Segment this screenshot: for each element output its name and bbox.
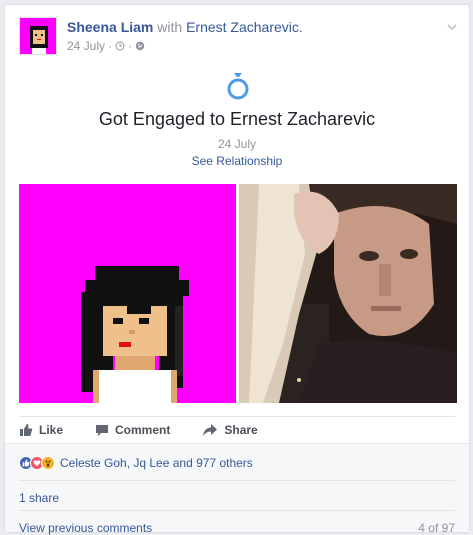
feedback-section: Celeste Goh, Jq Lee and 977 others 1 sha… — [5, 443, 469, 535]
pixel-art-photo[interactable] — [19, 184, 236, 403]
avatar[interactable] — [19, 17, 57, 55]
like-label: Like — [39, 422, 64, 437]
comment-label: Comment — [115, 422, 171, 437]
divider — [19, 510, 455, 511]
thumbs-up-icon — [20, 423, 33, 436]
share-label: Share — [224, 422, 258, 437]
share-button[interactable]: Share — [202, 422, 258, 437]
comment-button[interactable]: Comment — [95, 423, 170, 437]
post-meta: 24 July · · — [67, 39, 145, 53]
couple-photo[interactable] — [239, 184, 457, 403]
author-name[interactable]: Sheena Liam — [67, 19, 153, 35]
like-button[interactable]: Like — [19, 423, 63, 437]
life-event-title: Got Engaged to Ernest Zacharevic — [98, 109, 376, 129]
meta-separator: · — [108, 39, 113, 53]
globe-icon[interactable] — [135, 41, 145, 51]
shares-count[interactable]: 1 share — [19, 491, 59, 505]
tagged-name[interactable]: Ernest Zacharevic. — [186, 19, 303, 35]
post-date[interactable]: 24 July — [67, 39, 105, 53]
comment-icon — [96, 424, 109, 436]
reactions-summary[interactable]: Celeste Goh, Jq Lee and 977 others — [19, 456, 253, 470]
with-text: with — [157, 19, 183, 35]
divider — [19, 480, 455, 481]
pixel-portrait-thumbnail — [20, 18, 56, 54]
pixel-art-portrait — [19, 184, 236, 403]
post-header: Sheena Liam with Ernest Zacharevic. 24 J… — [19, 17, 459, 57]
clock-icon — [115, 41, 125, 51]
post-actions: Like Comment Share — [19, 416, 455, 442]
see-relationship-link[interactable]: See Relationship — [5, 154, 469, 168]
meta-separator-2: · — [128, 39, 133, 53]
engagement-ring-icon — [227, 73, 249, 100]
share-arrow-icon — [203, 423, 218, 436]
post-header-line: Sheena Liam with Ernest Zacharevic. — [67, 19, 303, 35]
wow-reaction-icon — [41, 456, 55, 470]
couple-photo-illustration — [239, 184, 457, 403]
reactions-names[interactable]: Celeste Goh, Jq Lee and 977 others — [60, 456, 253, 470]
life-event-date: 24 July — [217, 137, 257, 151]
chevron-down-icon[interactable] — [445, 21, 459, 35]
post-card: Sheena Liam with Ernest Zacharevic. 24 J… — [4, 4, 470, 535]
